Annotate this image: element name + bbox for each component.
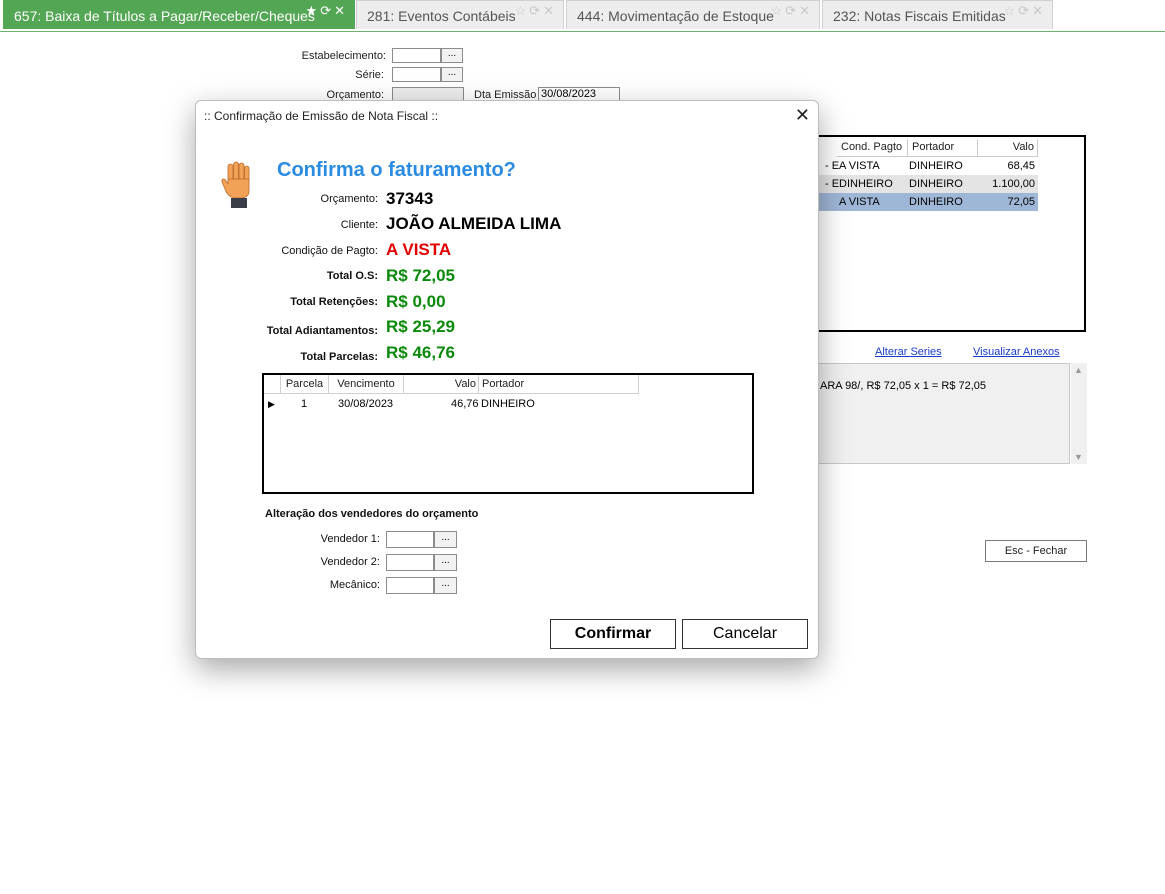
esc-fechar-button[interactable]: Esc - Fechar	[985, 540, 1087, 562]
vendedor2-label: Vendedor 2:	[320, 556, 380, 568]
scroll-down-icon[interactable]: ▼	[1074, 452, 1083, 462]
row-cond-pagto: A VISTA	[839, 196, 880, 208]
row-portador: DINHEIRO	[909, 160, 963, 172]
grid-header-portador[interactable]: Portador	[908, 139, 978, 157]
dialog-title: :: Confirmação de Emissão de Nota Fiscal…	[204, 109, 439, 123]
tab-baixa-titulos[interactable]: 657: Baixa de Títulos a Pagar/Receber/Ch…	[3, 0, 355, 29]
star-icon[interactable]: ☆	[515, 3, 530, 18]
tab-actions: ☆⟳✕	[1004, 3, 1046, 19]
row-prefix: - E	[825, 178, 840, 190]
star-icon[interactable]: ☆	[771, 3, 786, 18]
tab-actions: ★⟳✕	[306, 3, 348, 19]
close-icon[interactable]: ✕	[543, 3, 557, 18]
total-adiantamentos-value: R$ 25,29	[386, 317, 455, 336]
row-cond-pagto: A VISTA	[839, 160, 880, 172]
confirmar-button[interactable]: Confirmar	[550, 619, 676, 649]
total-parcelas-value: R$ 46,76	[386, 343, 455, 362]
total-os-label: Total O.S:	[326, 270, 378, 282]
total-parcelas-label: Total Parcelas:	[300, 351, 378, 363]
close-icon[interactable]: ✕	[334, 3, 348, 18]
total-os-value: R$ 72,05	[386, 266, 455, 285]
grid-header-valor[interactable]: Valo	[978, 139, 1038, 157]
tab-notas-fiscais[interactable]: 232: Notas Fiscais Emitidas ☆⟳✕	[822, 0, 1053, 29]
confirmacao-dialog: :: Confirmação de Emissão de Nota Fiscal…	[195, 100, 819, 659]
observacao-textarea[interactable]: ARA 98/, R$ 72,05 x 1 = R$ 72,05	[815, 363, 1070, 464]
row-portador: DINHEIRO	[909, 196, 963, 208]
refresh-icon[interactable]: ⟳	[320, 3, 334, 18]
parcelas-grid: Parcela Vencimento Valo Portador ▶ 1 30/…	[262, 373, 754, 494]
total-adiantamentos-label: Total Adiantamentos:	[266, 325, 378, 337]
estabelecimento-field[interactable]	[392, 48, 441, 63]
dialog-question: Confirma o faturamento?	[277, 159, 516, 181]
refresh-icon[interactable]: ⟳	[529, 3, 543, 18]
grid-header-indicator	[264, 375, 281, 394]
mecanico-lookup-button[interactable]: ...	[434, 577, 457, 594]
observacao-scrollbar[interactable]: ▲ ▼	[1071, 363, 1087, 464]
row-parcela: 1	[301, 398, 308, 410]
tab-label: 281: Eventos Contábeis	[367, 8, 516, 24]
tab-label: 657: Baixa de Títulos a Pagar/Receber/Ch…	[14, 8, 315, 24]
star-icon[interactable]: ★	[306, 3, 321, 18]
tab-label: 232: Notas Fiscais Emitidas	[833, 8, 1006, 24]
total-retencoes-value: R$ 0,00	[386, 292, 446, 311]
condicao-pagto-value: A VISTA	[386, 240, 452, 259]
table-row[interactable]: - E DINHEIRO DINHEIRO 1.100,00	[819, 175, 1038, 193]
estabelecimento-label: Estabelecimento:	[301, 50, 386, 62]
cancelar-button[interactable]: Cancelar	[682, 619, 808, 649]
vendedor1-field[interactable]	[386, 531, 434, 548]
grid-header-parcela[interactable]: Parcela	[281, 375, 329, 394]
refresh-icon[interactable]: ⟳	[785, 3, 799, 18]
estabelecimento-lookup-button[interactable]: ...	[441, 48, 463, 63]
vendedor1-label: Vendedor 1:	[320, 533, 380, 545]
vendedor2-lookup-button[interactable]: ...	[434, 554, 457, 571]
vendedor1-lookup-button[interactable]: ...	[434, 531, 457, 548]
close-icon[interactable]: ✕	[1032, 3, 1046, 18]
alterar-series-link[interactable]: Alterar Series	[875, 346, 942, 358]
serie-lookup-button[interactable]: ...	[441, 67, 463, 82]
refresh-icon[interactable]: ⟳	[1018, 3, 1032, 18]
row-vencimento: 30/08/2023	[338, 398, 394, 410]
close-icon[interactable]: ✕	[795, 105, 810, 126]
row-valor: 72,05	[1007, 196, 1035, 208]
tab-eventos-contabeis[interactable]: 281: Eventos Contábeis ☆⟳✕	[356, 0, 564, 29]
row-pointer-icon: ▶	[268, 399, 275, 409]
star-icon[interactable]: ☆	[1004, 3, 1019, 18]
scroll-up-icon[interactable]: ▲	[1074, 365, 1083, 375]
vendedores-section-label: Alteração dos vendedores do orçamento	[265, 508, 479, 520]
visualizar-anexos-link[interactable]: Visualizar Anexos	[973, 346, 1060, 358]
mecanico-field[interactable]	[386, 577, 434, 594]
serie-label: Série:	[355, 69, 384, 81]
grid-header-valor[interactable]: Valo	[404, 375, 479, 394]
row-valor: 68,45	[1007, 160, 1035, 172]
serie-field[interactable]	[392, 67, 441, 82]
row-prefix: - E	[825, 160, 840, 172]
tab-movimentacao-estoque[interactable]: 444: Movimentação de Estoque ☆⟳✕	[566, 0, 820, 29]
observacao-text: ARA 98/, R$ 72,05 x 1 = R$ 72,05	[820, 380, 987, 392]
table-row[interactable]: - E A VISTA DINHEIRO 68,45	[819, 157, 1038, 175]
grid-header-cond-pagto[interactable]: Cond. Pagto	[837, 139, 908, 157]
row-portador: DINHEIRO	[481, 398, 535, 410]
total-retencoes-label: Total Retenções:	[290, 296, 378, 308]
tab-actions: ☆⟳✕	[515, 3, 557, 19]
row-portador: DINHEIRO	[909, 178, 963, 190]
titulos-grid: Cond. Pagto Portador Valo - E A VISTA DI…	[815, 135, 1086, 332]
grid-header-vencimento[interactable]: Vencimento	[329, 375, 404, 394]
orcamento-value: 37343	[386, 189, 434, 208]
cliente-label: Cliente:	[340, 219, 378, 231]
tab-label: 444: Movimentação de Estoque	[577, 8, 774, 24]
tab-actions: ☆⟳✕	[771, 3, 813, 19]
condicao-pagto-label: Condição de Pagto:	[281, 245, 378, 257]
vendedor2-field[interactable]	[386, 554, 434, 571]
close-icon[interactable]: ✕	[799, 3, 813, 18]
row-valor: 1.100,00	[992, 178, 1035, 190]
orcamento-label: Orçamento:	[320, 193, 378, 205]
row-cond-pagto: DINHEIRO	[839, 178, 893, 190]
cliente-value: JOÃO ALMEIDA LIMA	[386, 214, 562, 233]
grid-header-portador[interactable]: Portador	[479, 375, 639, 394]
row-valor: 46,76	[451, 398, 479, 410]
mecanico-label: Mecânico:	[329, 579, 380, 591]
table-row-selected[interactable]: A VISTA DINHEIRO 72,05	[819, 193, 1038, 211]
tab-bar: 657: Baixa de Títulos a Pagar/Receber/Ch…	[0, 0, 1165, 32]
